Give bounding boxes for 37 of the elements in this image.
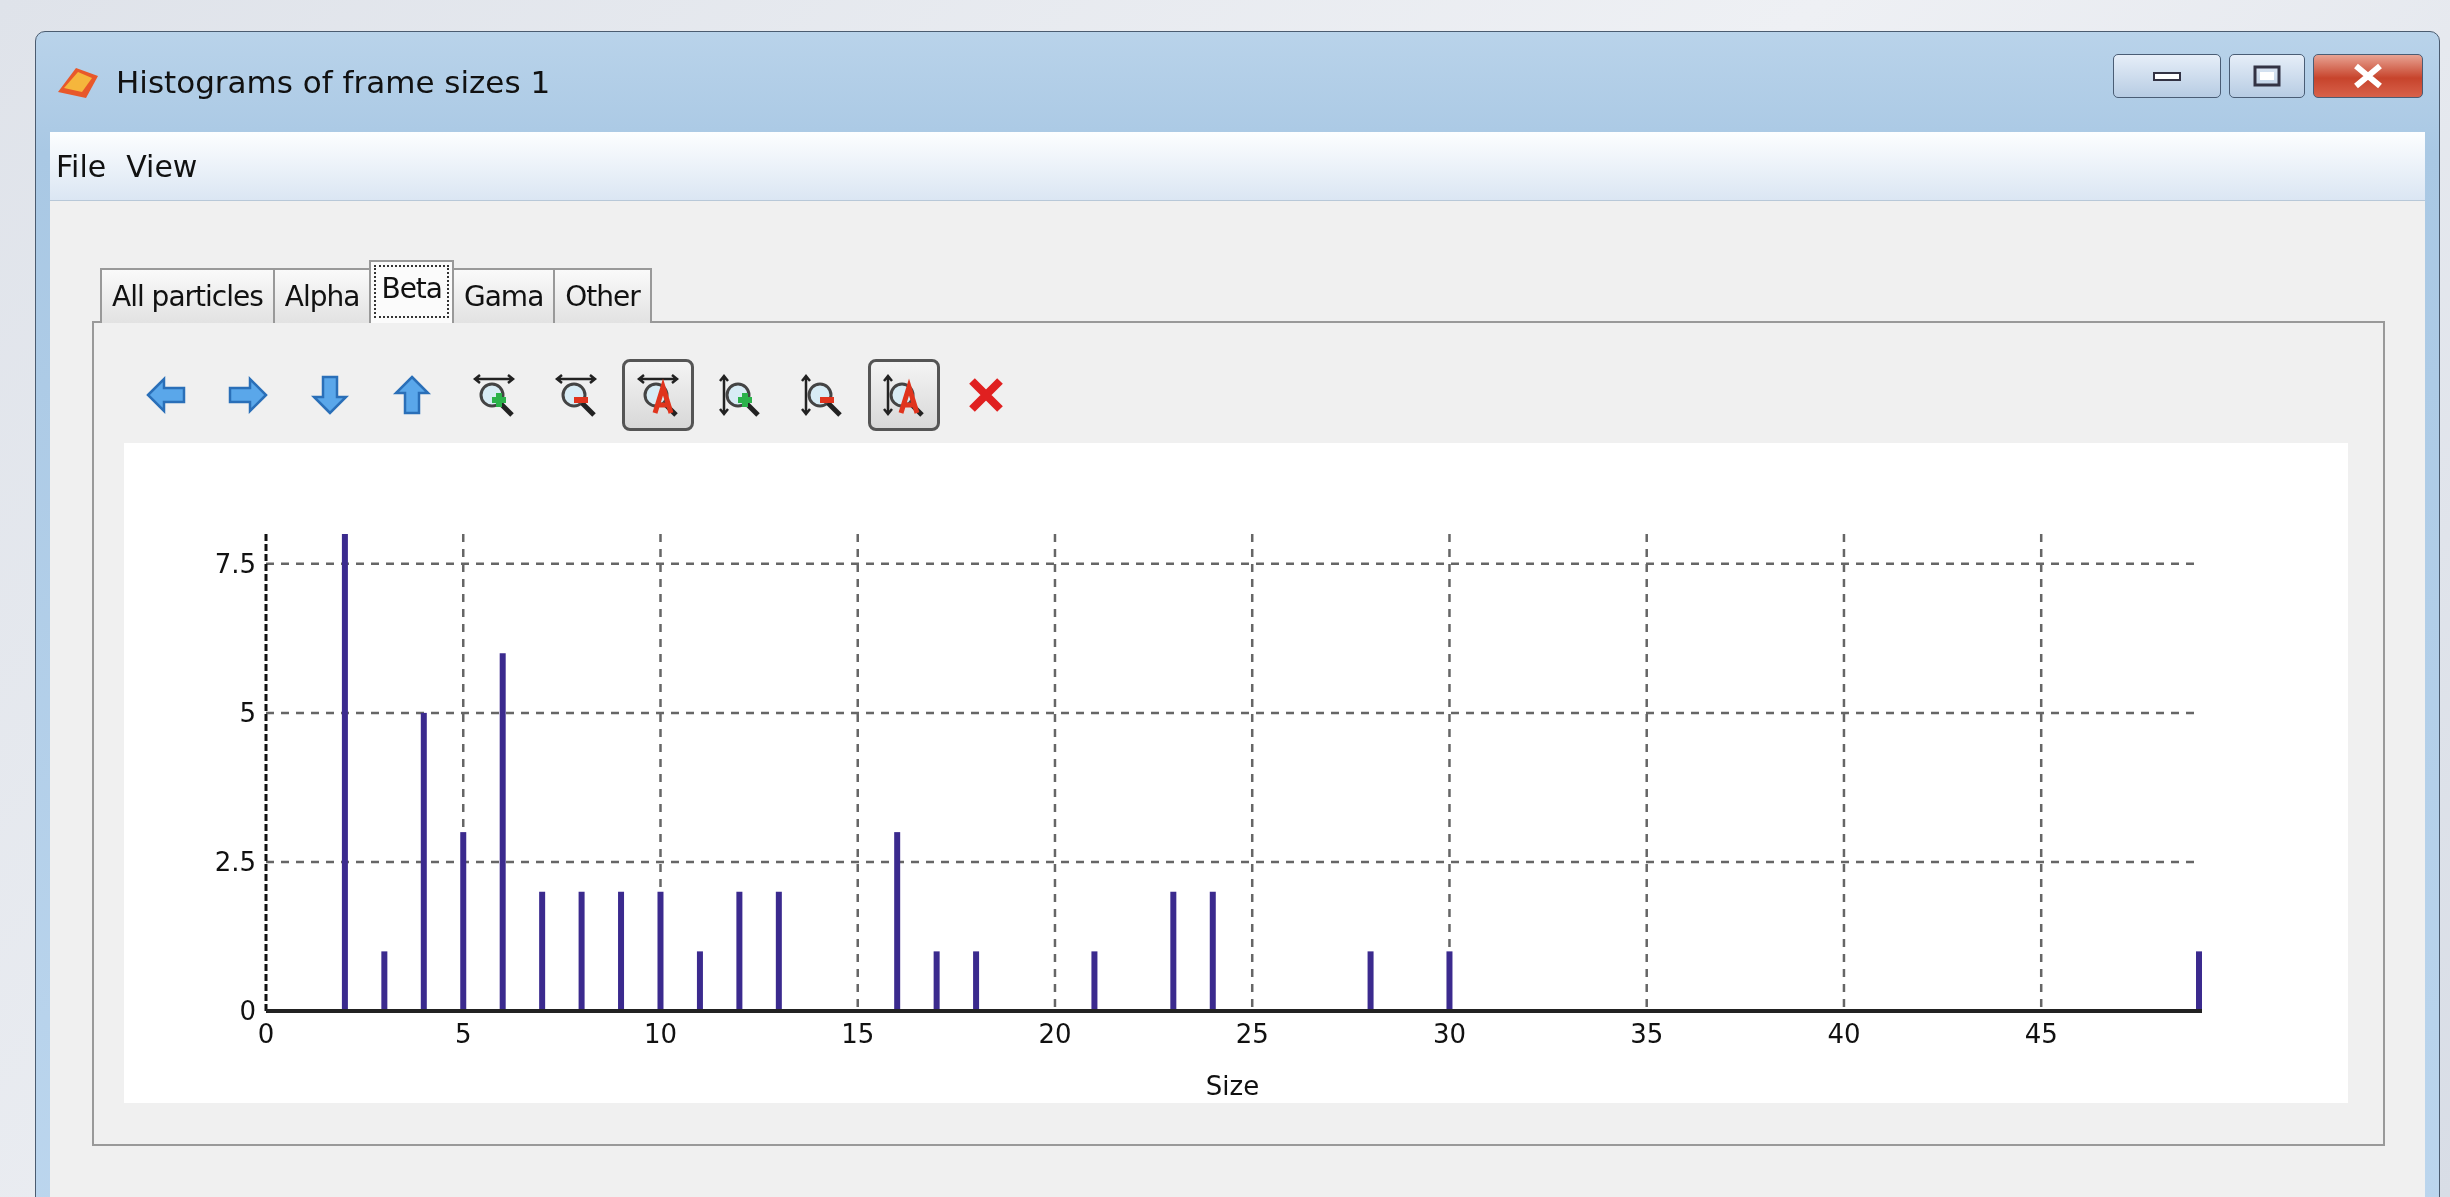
x-tick-label: 35: [1630, 1019, 1664, 1049]
maximize-button[interactable]: [2229, 54, 2305, 98]
tab[interactable]: All particles: [100, 268, 275, 323]
tab[interactable]: Beta: [369, 260, 454, 323]
zoom-out-icon: [800, 373, 844, 417]
tab[interactable]: Other: [553, 268, 652, 323]
y-tick-label: 7.5: [214, 548, 256, 579]
x-tick-label: 5: [454, 1019, 472, 1049]
magnifier-letter-icon: [636, 373, 680, 417]
x-tick-label: 30: [1432, 1019, 1466, 1049]
x-tick-label: 15: [841, 1019, 875, 1049]
close-button[interactable]: [2313, 54, 2423, 98]
x-tick-label: 40: [1827, 1019, 1861, 1049]
close-icon: [2351, 63, 2385, 89]
tab[interactable]: Alpha: [272, 268, 372, 323]
y-tick-label: 0: [239, 996, 256, 1026]
zoom-out-icon: [554, 373, 598, 417]
x-tick-label: 0: [257, 1019, 275, 1049]
magnifier-letter-icon: [882, 373, 926, 417]
x-axis-title: Size: [1205, 1071, 1260, 1101]
zoom-in-icon: [718, 373, 762, 417]
y-tick-label: 5: [239, 697, 256, 728]
x-tick-label: 20: [1038, 1019, 1072, 1049]
maximize-icon: [2253, 65, 2281, 87]
tab[interactable]: Gama: [452, 268, 556, 323]
menu-item[interactable]: File: [56, 148, 107, 184]
window-title: Histograms of frame sizes 1: [116, 64, 551, 100]
x-tick-label: 45: [2024, 1019, 2058, 1049]
toolbar-button[interactable]: [868, 359, 940, 431]
toolbar-button[interactable]: [622, 359, 694, 431]
minimize-icon: [2152, 69, 2182, 83]
menu-item[interactable]: View: [126, 148, 198, 184]
zoom-in-icon: [472, 373, 516, 417]
x-tick-label: 25: [1235, 1019, 1269, 1049]
y-tick-label: 2.5: [214, 846, 256, 877]
x-tick-label: 10: [643, 1019, 678, 1049]
minimize-button[interactable]: [2113, 54, 2221, 98]
